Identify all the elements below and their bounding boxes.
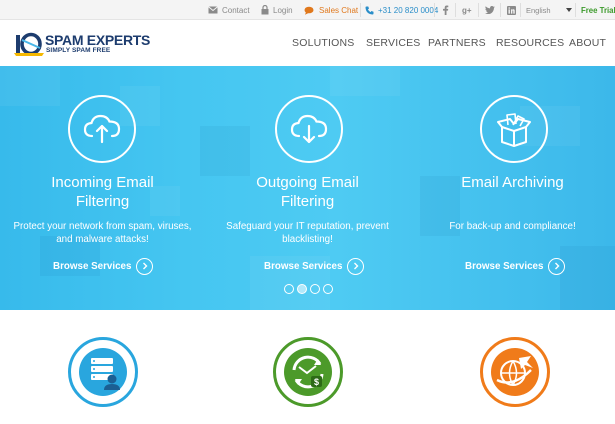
cloud-upload-icon: [68, 95, 136, 163]
browse-label: Browse Services: [465, 260, 544, 272]
svg-text:$: $: [314, 377, 319, 387]
slider-pagination: [284, 284, 333, 294]
contact-link[interactable]: Contact: [208, 0, 250, 20]
chevron-right-icon: [136, 257, 154, 275]
divider: [478, 3, 479, 17]
envelope-icon: [208, 6, 218, 14]
nav-services[interactable]: SERVICES: [366, 20, 421, 66]
logo-mark-icon: [14, 32, 44, 56]
divider: [520, 3, 521, 17]
card-title: Outgoing Email Filtering: [256, 174, 359, 210]
facebook-link[interactable]: [442, 0, 449, 20]
divider: [360, 3, 361, 17]
divider: [500, 3, 501, 17]
twitter-link[interactable]: [485, 0, 495, 20]
brand-name: SPAM EXPERTS: [45, 32, 151, 48]
caret-down-icon: [566, 8, 572, 12]
nav-solutions[interactable]: SOLUTIONS: [292, 20, 354, 66]
chevron-right-icon: [548, 257, 566, 275]
login-label: Login: [273, 5, 293, 15]
divider: [434, 3, 435, 17]
brand-tagline: SIMPLY SPAM FREE: [46, 47, 111, 54]
card-description: Protect your network from spam, viruses,…: [13, 221, 192, 245]
nav-partners[interactable]: PARTNERS: [428, 20, 486, 66]
card-description: Safeguard your IT reputation, prevent bl…: [226, 221, 389, 245]
linkedin-link[interactable]: [507, 0, 516, 20]
browse-label: Browse Services: [53, 260, 132, 272]
language-label: English: [526, 5, 551, 15]
twitter-icon: [485, 6, 495, 14]
hero-card-outgoing: Outgoing Email Filtering Safeguard your …: [205, 66, 410, 310]
card-title: Email Archiving: [461, 174, 564, 191]
server-user-icon[interactable]: [68, 337, 138, 407]
sales-chat-label: Sales Chat: [319, 5, 359, 15]
cloud-download-icon: [275, 95, 343, 163]
top-utility-bar: Contact Login Sales Chat +31 20 820 0004…: [0, 0, 615, 20]
archive-box-icon: [480, 95, 548, 163]
card-description: For back-up and compliance!: [449, 221, 576, 232]
free-trial-link[interactable]: Free Trial: [581, 0, 615, 20]
browse-services-button[interactable]: Browse Services: [53, 257, 154, 275]
free-trial-label: Free Trial: [581, 5, 615, 15]
slide-dot-active[interactable]: [297, 284, 307, 294]
brand-logo[interactable]: SPAM EXPERTS SIMPLY SPAM FREE: [14, 30, 151, 58]
phone-link[interactable]: +31 20 820 0004: [365, 0, 438, 20]
browse-services-button[interactable]: Browse Services: [465, 257, 566, 275]
phone-number: +31 20 820 0004: [378, 5, 439, 15]
facebook-icon: [442, 5, 449, 15]
money-cycle-icon[interactable]: $: [273, 337, 343, 407]
linkedin-icon: [507, 5, 516, 15]
divider: [575, 3, 576, 17]
lock-icon: [261, 5, 269, 15]
globe-plane-icon[interactable]: [480, 337, 550, 407]
sales-chat-link[interactable]: Sales Chat: [304, 0, 358, 20]
hero-slider: Incoming Email Filtering Protect your ne…: [0, 66, 615, 310]
features-row: $: [0, 310, 615, 424]
site-header: SPAM EXPERTS SIMPLY SPAM FREE SOLUTIONS …: [0, 20, 615, 66]
hero-card-archiving: Email Archiving For back-up and complian…: [410, 66, 615, 310]
slide-dot[interactable]: [284, 284, 294, 294]
phone-icon: [365, 6, 374, 15]
language-select[interactable]: English: [526, 0, 572, 20]
google-plus-link[interactable]: g+: [462, 0, 472, 20]
page: Contact Login Sales Chat +31 20 820 0004…: [0, 0, 615, 424]
chevron-right-icon: [347, 257, 365, 275]
contact-label: Contact: [222, 5, 250, 15]
login-link[interactable]: Login: [261, 0, 293, 20]
browse-label: Browse Services: [264, 260, 343, 272]
slide-dot[interactable]: [310, 284, 320, 294]
google-plus-icon: g+: [462, 5, 472, 15]
browse-services-button[interactable]: Browse Services: [264, 257, 365, 275]
nav-about[interactable]: ABOUT: [569, 20, 606, 66]
hero-card-incoming: Incoming Email Filtering Protect your ne…: [0, 66, 205, 310]
card-title: Incoming Email Filtering: [51, 174, 154, 210]
nav-resources[interactable]: RESOURCES: [496, 20, 564, 66]
slide-dot[interactable]: [323, 284, 333, 294]
chat-bubble-icon: [304, 6, 315, 15]
divider: [455, 3, 456, 17]
